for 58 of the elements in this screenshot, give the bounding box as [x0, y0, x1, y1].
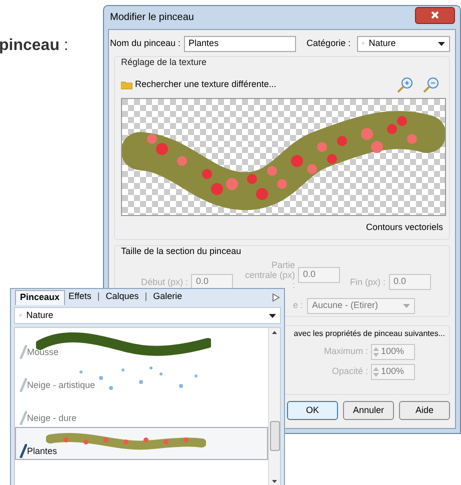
scroll-down-icon[interactable] — [272, 480, 277, 483]
close-icon — [431, 11, 439, 19]
brush-icon — [19, 411, 27, 425]
bullet-icon: ◦ — [362, 37, 365, 51]
field-label: Opacité : — [332, 365, 368, 378]
spinner-arrows-icon — [373, 366, 379, 378]
bullet-icon: ◦ — [19, 308, 22, 322]
brush-name: Plantes — [27, 444, 58, 458]
brush-list-item[interactable]: Neige - artistique — [15, 361, 268, 394]
brush-list-item[interactable]: Plantes — [15, 427, 268, 460]
panel-tab[interactable]: Galerie — [149, 290, 186, 304]
expand-arrow-icon[interactable] — [272, 292, 280, 302]
dialog-button[interactable]: OK — [287, 401, 338, 420]
scroll-thumb[interactable] — [270, 421, 280, 451]
brush-icon — [19, 378, 27, 392]
panel-tab[interactable]: Calques — [102, 290, 143, 304]
group-title: Taille de la section du pinceau — [121, 245, 242, 258]
brush-icon — [19, 444, 27, 458]
field-label: Partie centrale (px) : — [244, 260, 296, 290]
folder-icon — [121, 80, 133, 90]
field-label: Maximum : — [324, 345, 368, 358]
brush-list-item[interactable]: Mousse — [15, 328, 268, 361]
heading-text: pinceau : — [0, 36, 70, 56]
group-title: Réglage de la texture — [121, 56, 208, 69]
brush-list-item[interactable]: Neige - dure — [15, 394, 268, 427]
field-label: Début (px) : — [141, 276, 188, 286]
scroll-up-icon[interactable] — [272, 331, 277, 334]
category-dropdown[interactable]: ◦ Nature — [356, 36, 450, 52]
close-button[interactable] — [415, 6, 455, 24]
brush-name: Mousse — [27, 346, 59, 358]
group-title: avec les propriétés de pinceau suivantes... — [294, 328, 445, 340]
category-dropdown[interactable]: ◦ Nature — [14, 307, 281, 324]
name-field[interactable]: Plantes — [184, 36, 296, 52]
field-label: Catégorie : — [306, 37, 351, 50]
brush-name: Neige - artistique — [27, 378, 96, 392]
field-label: Nom du pinceau : — [110, 37, 181, 50]
spinner-arrows-icon — [373, 346, 379, 358]
tab-separator: | — [144, 290, 148, 304]
dropdown-caret-icon — [269, 314, 276, 318]
dropdown-caret-icon — [403, 304, 410, 308]
panel-tab[interactable]: Pinceaux — [15, 290, 65, 304]
dialog-button[interactable]: Aide — [399, 401, 450, 420]
brush-icon — [19, 345, 27, 359]
window-title: Modifier le pinceau — [110, 11, 194, 25]
browse-texture-button[interactable]: Rechercher une texture différente... — [121, 78, 276, 92]
vector-outline-label: Contours vectoriels — [366, 220, 443, 234]
field-label: e : — [293, 298, 304, 312]
tab-separator: | — [97, 290, 100, 304]
scrollbar[interactable] — [268, 328, 280, 485]
zoom-out-icon[interactable] — [423, 76, 439, 92]
dropdown-value: Nature — [26, 308, 54, 322]
panel-tab[interactable]: Effets — [64, 290, 96, 304]
dropdown-value: Nature — [368, 37, 396, 50]
dropdown-caret-icon — [438, 42, 445, 46]
zoom-in-icon[interactable] — [397, 76, 413, 92]
field-label: Fin (px) : — [350, 276, 386, 286]
dialog-button[interactable]: Annuler — [343, 401, 394, 420]
brush-name: Neige - dure — [27, 412, 77, 425]
